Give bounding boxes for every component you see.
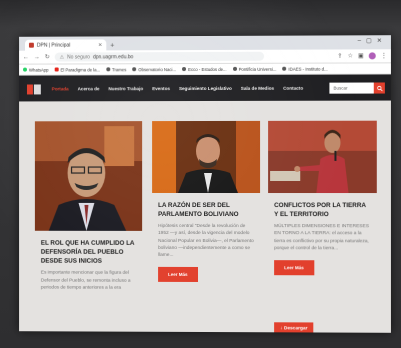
reload-icon[interactable]: ↻: [45, 54, 50, 61]
menu-item-eventos[interactable]: Eventos: [152, 86, 170, 91]
article-title[interactable]: El rol que ha cumplido la Defensoría del…: [41, 239, 136, 266]
article-title[interactable]: La razón de ser del Parlamento Boliviano: [158, 201, 254, 219]
article-title[interactable]: Conflictos por la tierra y el territorio: [274, 201, 371, 219]
download-button[interactable]: ↓ Descargar: [274, 322, 313, 333]
search-box: Buscar: [329, 82, 384, 93]
read-more-button[interactable]: Leer Más: [158, 267, 197, 282]
globe-icon: [106, 67, 110, 71]
menu-item-medios[interactable]: Sala de Medios: [241, 86, 274, 91]
avatar[interactable]: [369, 52, 376, 59]
window-controls-icon[interactable]: –▢✕: [358, 37, 387, 44]
bookmark-item[interactable]: Ecco - Estudos de...: [182, 66, 226, 71]
url-field[interactable]: ⚠ No seguro dpn.uagrm.edu.bo: [55, 52, 264, 62]
site-logo-icon[interactable]: [25, 82, 43, 96]
menu-item-acerca[interactable]: Acerca de: [78, 86, 100, 91]
browser-tools: ⇪ ☆ ▣ ⋮: [337, 52, 387, 59]
article-card: La razón de ser del Parlamento Boliviano…: [152, 121, 260, 286]
globe-icon: [282, 67, 286, 71]
security-label: No seguro: [67, 54, 90, 60]
back-icon[interactable]: ←: [23, 54, 29, 60]
extensions-icon[interactable]: ▣: [358, 52, 364, 59]
bookmark-item[interactable]: Pontificia Universi...: [233, 66, 277, 71]
menu-item-contacto[interactable]: Contacto: [283, 86, 303, 91]
read-more-button[interactable]: Leer Más: [274, 260, 314, 275]
whatsapp-icon: [23, 68, 27, 72]
article-card: El rol que ha cumplido la Defensoría del…: [35, 121, 142, 296]
site-header: Portada Acerca de Nuestro Trabajo Evento…: [19, 74, 391, 102]
address-bar: ← → ↻ ⚠ No seguro dpn.uagrm.edu.bo ⇪ ☆ ▣…: [19, 49, 391, 64]
forward-icon[interactable]: →: [34, 54, 40, 60]
article-photo[interactable]: [268, 121, 377, 193]
menu-item-trabajo[interactable]: Nuestro Trabajo: [108, 86, 143, 91]
main-menu: Portada Acerca de Nuestro Trabajo Evento…: [52, 86, 303, 92]
youtube-icon: [55, 67, 59, 71]
browser-tab[interactable]: DPN | Principal ✕: [25, 39, 106, 50]
share-icon[interactable]: ⇪: [337, 52, 342, 59]
projected-screen: DPN | Principal ✕ + –▢✕ ← → ↻ ⚠ No segur…: [19, 35, 391, 333]
close-tab-icon[interactable]: ✕: [98, 42, 102, 48]
menu-dots-icon[interactable]: ⋮: [381, 52, 387, 59]
article-card: Conflictos por la tierra y el territorio…: [268, 121, 377, 280]
site-favicon-icon: [29, 43, 34, 48]
search-icon: [376, 85, 382, 91]
bookmark-item[interactable]: El Paradigma de la...: [55, 67, 101, 72]
bookmark-item[interactable]: Trames: [106, 67, 126, 72]
url-text: dpn.uagrm.edu.bo: [93, 54, 133, 60]
article-photo[interactable]: [152, 121, 260, 193]
menu-item-portada[interactable]: Portada: [52, 86, 69, 91]
bookmark-item[interactable]: Observatorio Naci...: [132, 67, 176, 72]
warning-icon: ⚠: [60, 54, 64, 60]
article-photo[interactable]: [35, 121, 142, 231]
star-icon[interactable]: ☆: [347, 52, 352, 59]
article-excerpt: Es importante mencionar que la figura de…: [41, 270, 136, 292]
bookmark-item[interactable]: WhatsApp: [23, 67, 49, 72]
article-excerpt: MÚLTIPLES DIMENSIONES E INTERESES EN TOR…: [274, 223, 371, 252]
content-area: El rol que ha cumplido la Defensoría del…: [19, 101, 391, 333]
search-input[interactable]: Buscar: [329, 83, 373, 94]
globe-icon: [233, 67, 237, 71]
browser-tab-bar: DPN | Principal ✕ + –▢✕: [19, 35, 391, 51]
new-tab-icon[interactable]: +: [110, 42, 114, 49]
search-button[interactable]: [374, 82, 385, 93]
article-excerpt: Hipótesis central "Desde la revolución d…: [158, 223, 254, 259]
bookmark-item[interactable]: IDAES - Instituto d...: [282, 66, 327, 71]
menu-item-seguimiento[interactable]: Seguimiento Legislativo: [179, 86, 232, 91]
globe-icon: [132, 67, 136, 71]
globe-icon: [182, 67, 186, 71]
tab-title: DPN | Principal: [37, 42, 71, 48]
